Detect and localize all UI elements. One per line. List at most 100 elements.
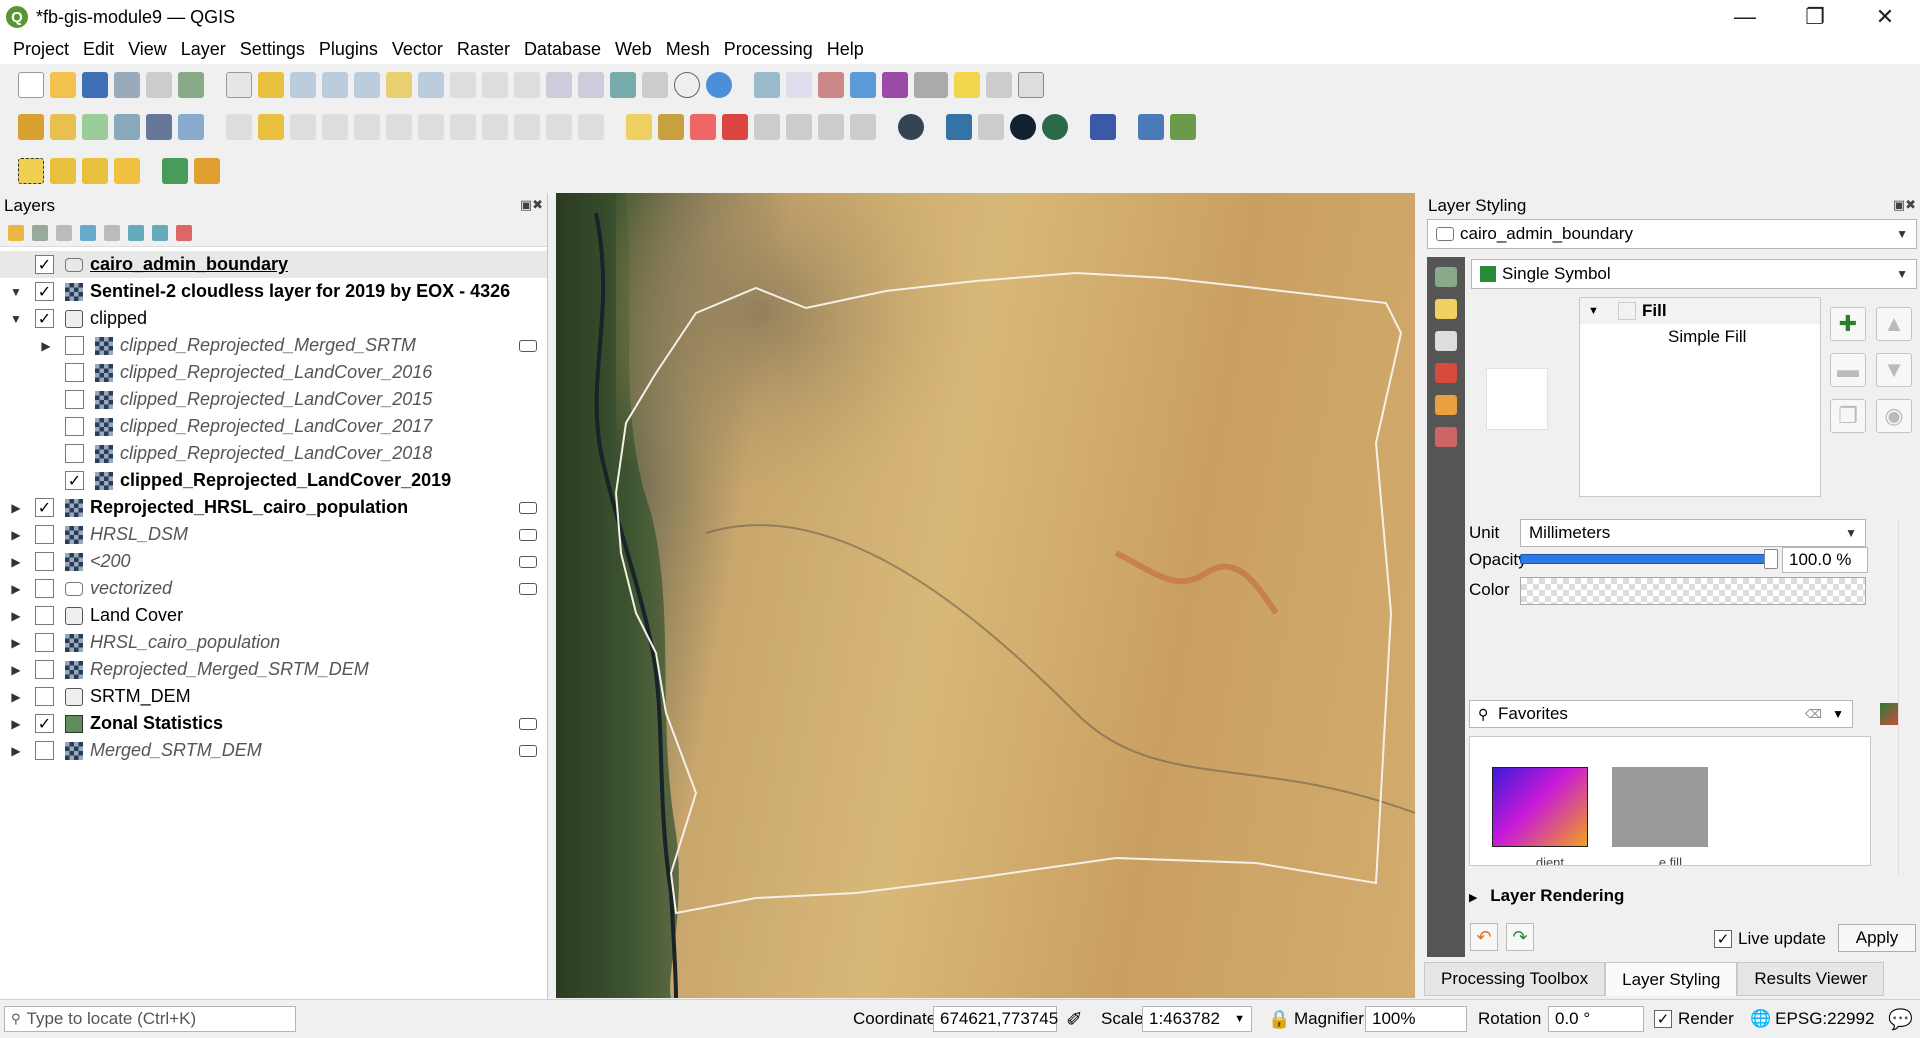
layer-visibility-checkbox[interactable] — [65, 444, 84, 463]
apply-button[interactable]: Apply — [1838, 924, 1916, 952]
expand-arrow-icon[interactable]: ▶ — [10, 609, 22, 623]
georeferencer-icon[interactable] — [1138, 114, 1164, 140]
new-3d-view-icon[interactable] — [578, 72, 604, 98]
layer-combo[interactable]: cairo_admin_boundary ▼ — [1427, 219, 1917, 249]
new-project-icon[interactable] — [18, 72, 44, 98]
filter-expression-icon[interactable] — [104, 224, 120, 241]
deselect-icon[interactable] — [82, 158, 108, 184]
expand-arrow-icon[interactable]: ▶ — [10, 636, 22, 650]
live-update-checkbox[interactable]: ✓ Live update — [1714, 929, 1826, 949]
style-icon[interactable] — [8, 224, 24, 241]
new-geopackage-icon[interactable] — [50, 114, 76, 140]
tab-layer-styling[interactable]: Layer Styling — [1605, 962, 1738, 996]
text-annotation-icon[interactable] — [1018, 72, 1044, 98]
save-edits-icon[interactable] — [290, 114, 316, 140]
style-manager-icon[interactable] — [178, 72, 204, 98]
layer-row[interactable]: clipped_Reprojected_LandCover_2015 — [0, 386, 547, 413]
layer-visibility-checkbox[interactable] — [65, 336, 84, 355]
collapse-arrow-icon[interactable]: ▼ — [1588, 305, 1608, 317]
layer-row[interactable]: clipped_Reprojected_LandCover_2017 — [0, 413, 547, 440]
minimize-icon[interactable]: — — [1710, 0, 1780, 34]
attribute-table-icon[interactable] — [786, 72, 812, 98]
tab-results-viewer[interactable]: Results Viewer — [1737, 962, 1885, 996]
zoom-native-icon[interactable] — [450, 72, 476, 98]
show-hide-labels-icon[interactable] — [754, 114, 780, 140]
layer-row[interactable]: ▶ <200 — [0, 548, 547, 575]
remove-layer-icon[interactable] — [176, 224, 192, 241]
move-up-button[interactable]: ▲ — [1876, 307, 1912, 341]
mouse-coordinates-toggle-icon[interactable]: ✐ — [1066, 1000, 1083, 1038]
processing-toolbox-icon[interactable] — [850, 72, 876, 98]
tab-processing-toolbox[interactable]: Processing Toolbox — [1424, 962, 1606, 996]
save-project-icon[interactable] — [82, 72, 108, 98]
expand-arrow-icon[interactable]: ▶ — [10, 555, 22, 569]
quickmapservices-icon[interactable] — [1042, 114, 1068, 140]
render-checkbox[interactable]: ✓ Render — [1654, 1000, 1734, 1038]
collapse-arrow-icon[interactable]: ▼ — [10, 285, 22, 299]
pin-labels-icon[interactable] — [722, 114, 748, 140]
copy-features-icon[interactable] — [482, 114, 508, 140]
layer-row[interactable]: ✓ cairo_admin_boundary — [0, 251, 547, 278]
symbol-search-input[interactable]: ⚲ Favorites ⌫ ▼ — [1469, 700, 1853, 728]
rotation-spinbox[interactable]: 0.0 ° — [1548, 1006, 1644, 1032]
layer-row[interactable]: ▶ ✓ Zonal Statistics — [0, 710, 547, 737]
layer-visibility-checkbox[interactable] — [65, 363, 84, 382]
move-label-icon[interactable] — [786, 114, 812, 140]
color-button[interactable] — [1520, 577, 1866, 605]
unit-combo[interactable]: Millimeters ▼ — [1520, 519, 1866, 547]
layer-visibility-checkbox[interactable] — [35, 606, 54, 625]
menu-mesh[interactable]: Mesh — [659, 39, 717, 60]
edits-icon[interactable] — [226, 114, 252, 140]
layer-visibility-checkbox[interactable] — [35, 633, 54, 652]
menu-project[interactable]: Project — [6, 39, 76, 60]
layer-row[interactable]: clipped_Reprojected_LandCover_2018 — [0, 440, 547, 467]
plugin-manager-icon[interactable] — [1170, 114, 1196, 140]
menu-processing[interactable]: Processing — [717, 39, 820, 60]
menu-edit[interactable]: Edit — [76, 39, 121, 60]
menu-database[interactable]: Database — [517, 39, 608, 60]
undo-style-button[interactable]: ↶ — [1470, 923, 1498, 951]
layer-indicator-icon[interactable] — [519, 339, 537, 352]
layer-row[interactable]: ▶ SRTM_DEM — [0, 683, 547, 710]
symbol-child-row[interactable]: Simple Fill — [1580, 324, 1820, 350]
menu-web[interactable]: Web — [608, 39, 659, 60]
zoom-in-icon[interactable] — [290, 72, 316, 98]
menu-raster[interactable]: Raster — [450, 39, 517, 60]
select-by-value-icon[interactable] — [50, 158, 76, 184]
filter-legend-icon[interactable] — [80, 224, 96, 241]
show-bookmarks-icon[interactable] — [642, 72, 668, 98]
layer-visibility-checkbox[interactable] — [35, 660, 54, 679]
new-bookmark-icon[interactable] — [610, 72, 636, 98]
layer-row[interactable]: ▼ ✓ Sentinel-2 cloudless layer for 2019 by… — [0, 278, 547, 305]
lock-color-button[interactable]: ◉ — [1876, 399, 1912, 433]
menu-plugins[interactable]: Plugins — [312, 39, 385, 60]
expand-arrow-icon[interactable]: ▶ — [10, 501, 22, 515]
zoom-out-icon[interactable] — [322, 72, 348, 98]
chevron-down-icon[interactable]: ▼ — [1832, 707, 1844, 721]
open-project-icon[interactable] — [50, 72, 76, 98]
layer-row[interactable]: ▶ vectorized — [0, 575, 547, 602]
expand-arrow-icon[interactable]: ▶ — [10, 663, 22, 677]
layer-indicator-icon[interactable] — [519, 501, 537, 514]
web-globe-icon[interactable] — [898, 114, 924, 140]
toggle-editing-icon[interactable] — [258, 114, 284, 140]
rotate-label-icon[interactable] — [818, 114, 844, 140]
layer-row[interactable]: ▶ clipped_Reprojected_Merged_SRTM — [0, 332, 547, 359]
layer-row[interactable]: ▶ Merged_SRTM_DEM — [0, 737, 547, 764]
layer-visibility-checkbox[interactable] — [35, 687, 54, 706]
cut-features-icon[interactable] — [450, 114, 476, 140]
save-as-icon[interactable] — [114, 72, 140, 98]
pan-to-selection-icon[interactable] — [258, 72, 284, 98]
help-icon[interactable] — [1090, 114, 1116, 140]
redo-icon[interactable] — [578, 114, 604, 140]
panel-close-icon[interactable]: ▣✖ — [1893, 197, 1916, 213]
layer-visibility-checkbox[interactable] — [65, 417, 84, 436]
collapse-arrow-icon[interactable]: ▼ — [10, 312, 22, 326]
change-label-icon[interactable] — [850, 114, 876, 140]
close-icon[interactable]: ✕ — [1850, 0, 1920, 34]
zoom-selection-icon[interactable] — [386, 72, 412, 98]
locator-search-input[interactable]: ⚲ Type to locate (Ctrl+K) — [4, 1006, 296, 1032]
layer-indicator-icon[interactable] — [519, 582, 537, 595]
data-source-manager-icon[interactable] — [18, 114, 44, 140]
panel-close-icon[interactable]: ▣✖ — [520, 197, 543, 213]
